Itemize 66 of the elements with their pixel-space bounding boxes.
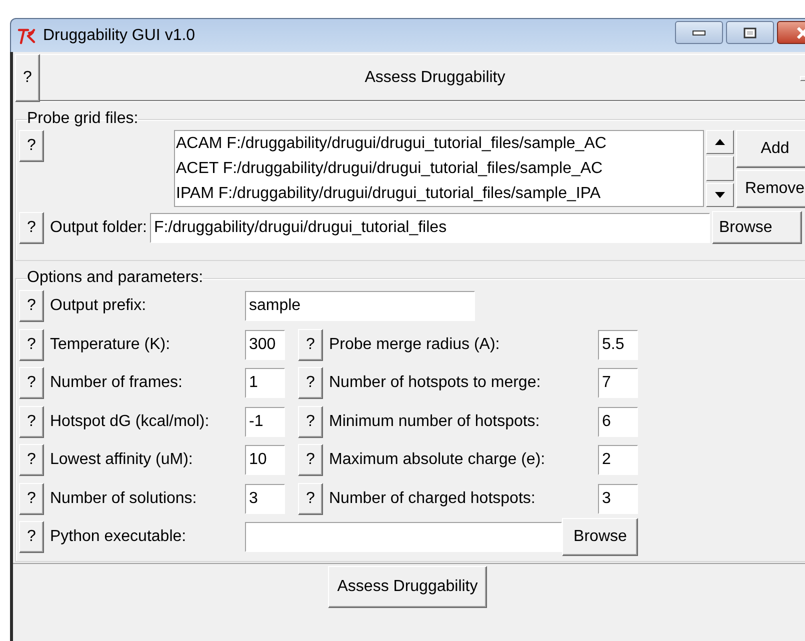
minimize-icon [692,30,706,36]
help-button[interactable]: ? [298,328,323,361]
field-label: Python executable: [49,528,188,546]
field-label: Probe merge radius (A): [328,336,501,354]
help-button[interactable]: ? [298,444,323,476]
input-field[interactable]: 5.5 [598,330,638,360]
input-field[interactable]: 300 [245,330,285,360]
field-label: Temperature (K): [49,336,172,354]
list-item[interactable]: ACAM F:/druggability/drugui/drugui_tutorial_files/sample_AC [176,134,703,154]
field-label: Number of charged hotspots: [328,490,536,508]
scroll-down-button[interactable] [706,183,734,207]
help-button[interactable]: ? [19,328,44,361]
assess-button[interactable]: Assess Druggability [328,566,487,608]
help-button[interactable]: ? [19,482,44,515]
remove-button[interactable]: Remove [736,170,805,208]
browse-button[interactable]: Browse [712,211,802,244]
input-field[interactable]: F:/druggability/drugui/drugui_tutorial_files [150,212,710,242]
help-button[interactable]: ? [19,444,44,476]
help-button[interactable]: ? [19,212,44,244]
file-list[interactable]: ACAM F:/druggability/drugui/drugui_tutorial_files/sample_AC ACET F:/druggability/drugui/drugui_tutorial_files/sample_AC IPAM F:/druggability/drugui/drugui_tutorial_files/sample_IPA [174,130,704,207]
help-button[interactable]: ? [298,482,323,515]
help-button[interactable]: ? [298,406,323,438]
minimize-button[interactable] [675,21,723,44]
window-title: Druggability GUI v1.0 [43,26,196,44]
list-item[interactable]: IPAM F:/druggability/drugui/drugui_tutorial_files/sample_IPA [176,184,703,204]
help-button[interactable]: ? [19,367,44,400]
group-title: Options and parameters: [27,269,204,287]
field-label: Output prefix: [49,297,148,316]
input-field[interactable]: sample [245,291,475,322]
field-label: Number of solutions: [49,490,198,508]
help-button[interactable]: ? [19,290,44,322]
scroll-up-button[interactable] [706,130,734,154]
input-field[interactable]: 3 [245,484,285,514]
maximize-icon [743,26,757,38]
field-label: Number of frames: [49,374,184,392]
field-label: Minimum number of hotspots: [328,412,541,431]
add-button[interactable]: Add [736,130,805,168]
input-field[interactable]: 10 [245,445,285,476]
field-label: Hotspot dG (kcal/mol): [49,412,210,431]
help-button[interactable]: ? [19,406,44,438]
help-button[interactable]: ? [298,367,323,400]
input-field[interactable]: 3 [598,484,638,514]
browse-button[interactable]: Browse [562,518,638,556]
input-field[interactable] [245,522,562,552]
help-button[interactable]: ? [19,521,44,554]
maximize-button[interactable] [726,21,774,44]
input-field[interactable]: 2 [598,445,638,476]
input-field[interactable]: -1 [245,406,285,437]
input-field[interactable]: 1 [245,368,285,398]
field-label: Number of hotspots to merge: [328,374,542,392]
input-field[interactable]: 6 [598,406,638,437]
help-button[interactable]: ? [15,54,40,102]
list-item[interactable]: ACET F:/druggability/drugui/drugui_tutorial_files/sample_AC [176,158,703,178]
field-label: Lowest affinity (uM): [49,451,194,470]
up-arrow-icon [715,139,725,145]
field-label: Maximum absolute charge (e): [328,451,546,470]
header-title: Assess Druggability [364,68,506,86]
field-label: Output folder: [50,218,147,236]
help-button[interactable]: ? [19,130,44,162]
logo-icon [17,26,37,44]
down-arrow-icon [715,192,725,198]
scroll-thumb[interactable] [706,156,734,181]
scrollbar[interactable] [706,130,734,207]
group-title: Probe grid files: [27,110,138,128]
section-header[interactable]: Assess Druggability [40,54,805,101]
input-field[interactable]: 7 [598,368,638,398]
